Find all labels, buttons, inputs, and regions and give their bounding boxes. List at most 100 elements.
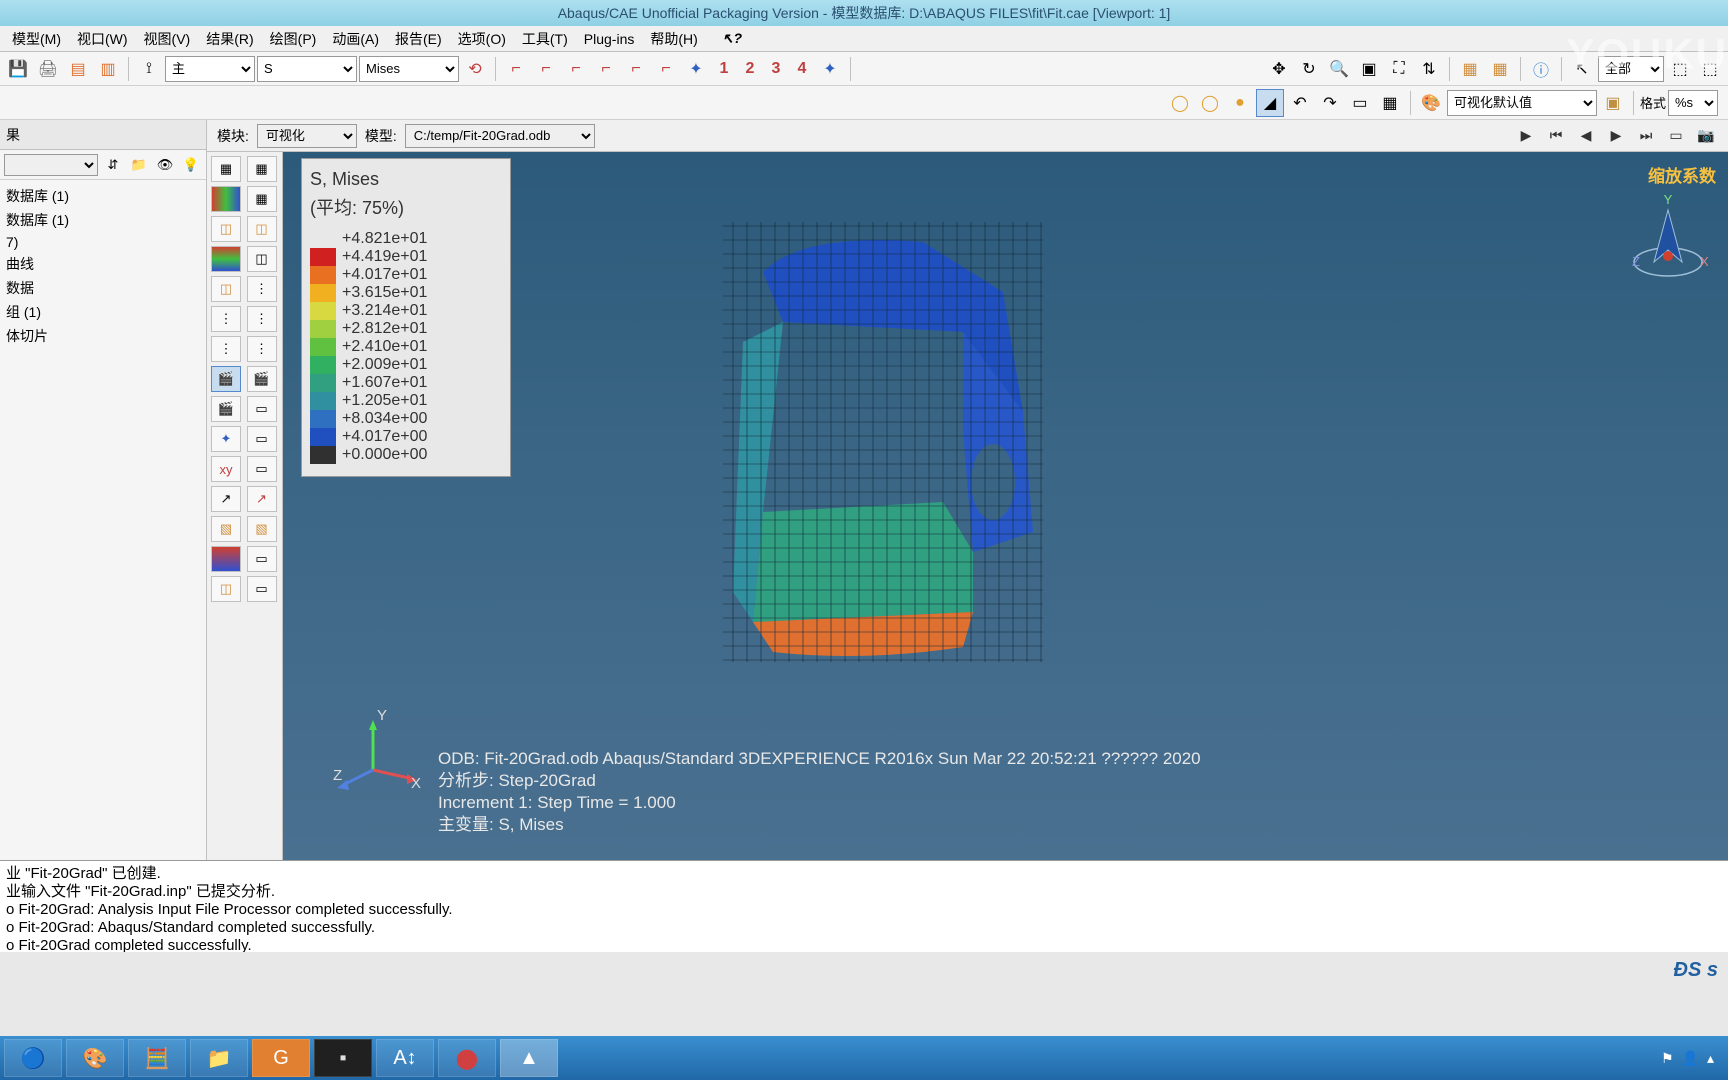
sync-icon[interactable]: ⟲ [461, 55, 489, 83]
menu-options[interactable]: 选项(O) [450, 26, 514, 52]
tree-item[interactable]: 数据库 (1) [2, 184, 204, 208]
message-console[interactable]: 业 "Fit-20Grad" 已创建.业输入文件 "Fit-20Grad.inp… [0, 860, 1728, 952]
tool-material-icon[interactable] [211, 246, 241, 272]
field-letter-select[interactable]: S [257, 56, 357, 82]
save-icon[interactable]: 💾 [4, 55, 32, 83]
pointer-icon[interactable]: ↖ [1568, 55, 1596, 83]
view-iso5-icon[interactable]: ⌐ [622, 55, 650, 83]
taskbar-explorer[interactable]: 📁 [190, 1039, 248, 1077]
tray-flag-icon[interactable]: ⚑ [1661, 1050, 1674, 1067]
context-help-icon[interactable]: ↖? [714, 27, 750, 50]
view-compass[interactable]: Y Z X [1628, 192, 1708, 292]
info-icon[interactable]: ⓘ [1527, 55, 1555, 83]
tree-item[interactable]: 体切片 [2, 324, 204, 348]
tool-stream-opt-icon[interactable]: ▭ [247, 546, 277, 572]
grid1-icon[interactable]: ▦ [1456, 55, 1484, 83]
tool-animate-icon[interactable]: 🎬 [211, 366, 241, 392]
system-tray[interactable]: ⚑ 👤 ▴ [1661, 1050, 1724, 1067]
swap-icon[interactable]: ⇅ [1415, 55, 1443, 83]
tree-collapse-icon[interactable]: ⇵ [102, 154, 124, 176]
tray-up-icon[interactable]: ▴ [1707, 1050, 1714, 1067]
render-style-select[interactable]: 可视化默认值 [1447, 90, 1597, 116]
first-frame-icon[interactable]: ⏮ [1544, 124, 1568, 148]
view-iso4-icon[interactable]: ⌐ [592, 55, 620, 83]
module-select[interactable]: 可视化 [257, 124, 357, 148]
tool-overlay-icon[interactable]: ◫ [211, 276, 241, 302]
view-iso2-icon[interactable]: ⌐ [532, 55, 560, 83]
page-icon[interactable]: ▭ [1346, 89, 1374, 117]
tile-icon[interactable]: ▦ [1376, 89, 1404, 117]
menu-model[interactable]: 模型(M) [4, 26, 69, 52]
tree-item[interactable]: 数据 [2, 276, 204, 300]
cycle-views-icon[interactable]: ✦ [816, 55, 844, 83]
tool-history-opt-icon[interactable]: ▭ [247, 396, 277, 422]
view-1[interactable]: 1 [712, 57, 736, 81]
menu-help[interactable]: 帮助(H) [642, 26, 705, 52]
tool-common-icon[interactable]: ⋮ [211, 306, 241, 332]
rotate-icon[interactable]: ↻ [1295, 55, 1323, 83]
model-select[interactable]: C:/temp/Fit-20Grad.odb [405, 124, 595, 148]
anim-options-icon[interactable]: ▭ [1664, 124, 1688, 148]
circle3-icon[interactable]: ● [1226, 89, 1254, 117]
tree-item[interactable]: 数据库 (1) [2, 208, 204, 232]
taskbar-calc[interactable]: 🧮 [128, 1039, 186, 1077]
box3d-icon[interactable]: ▣ [1599, 89, 1627, 117]
tree-filter-select[interactable] [4, 154, 98, 176]
model-tree[interactable]: 数据库 (1) 数据库 (1) 7) 曲线 数据 组 (1) 体切片 [0, 180, 206, 860]
layers-up-icon[interactable]: ▤ [64, 55, 92, 83]
prev-frame-icon[interactable]: ◀ [1574, 124, 1598, 148]
tool-stream-icon[interactable] [211, 546, 241, 572]
tool-animate-opt-icon[interactable]: 🎬 [247, 366, 277, 392]
play-icon[interactable]: ▶ [1514, 124, 1538, 148]
tool-display-icon[interactable]: ◫ [211, 576, 241, 602]
datum-icon[interactable]: ⬚ [1666, 55, 1694, 83]
grid2-icon[interactable]: ▦ [1486, 55, 1514, 83]
layer-select[interactable]: 全部 [1598, 56, 1664, 82]
taskbar-notepad[interactable]: A↕ [376, 1039, 434, 1077]
view-iso6-icon[interactable]: ⌐ [652, 55, 680, 83]
tray-user-icon[interactable]: 👤 [1682, 1050, 1699, 1067]
view-2[interactable]: 2 [738, 57, 762, 81]
tool-xy-opt-icon[interactable]: ▭ [247, 426, 277, 452]
view-4[interactable]: 4 [790, 57, 814, 81]
taskbar-cmd[interactable]: ▪ [314, 1039, 372, 1077]
tool-material-opt-icon[interactable]: ◫ [247, 246, 277, 272]
box-zoom-icon[interactable]: ▣ [1355, 55, 1383, 83]
tool-probe-icon[interactable]: ↗ [211, 486, 241, 512]
tool-history-icon[interactable]: 🎬 [211, 396, 241, 422]
tree-item[interactable]: 组 (1) [2, 300, 204, 324]
menu-animate[interactable]: 动画(A) [324, 26, 387, 52]
tool-cut-icon[interactable]: ▧ [211, 516, 241, 542]
view-3[interactable]: 3 [764, 57, 788, 81]
tool-field-icon[interactable]: xy [211, 456, 241, 482]
tool-common-opt-icon[interactable]: ⋮ [247, 306, 277, 332]
circle2-icon[interactable]: ◯ [1196, 89, 1224, 117]
tool-cut-opt-icon[interactable]: ▧ [247, 516, 277, 542]
layers-down-icon[interactable]: ▥ [94, 55, 122, 83]
tool-xy-icon[interactable]: ✦ [211, 426, 241, 452]
tool-superimpose-opt-icon[interactable]: ⋮ [247, 336, 277, 362]
menu-plot[interactable]: 绘图(P) [262, 26, 325, 52]
format-select[interactable]: %s [1668, 90, 1718, 116]
tool-display-opt-icon[interactable]: ▭ [247, 576, 277, 602]
tree-eye-icon[interactable]: 👁 [154, 154, 176, 176]
taskbar-record[interactable]: ⬤ [438, 1039, 496, 1077]
tree-bulb-icon[interactable]: 💡 [180, 154, 202, 176]
tool-superimpose-icon[interactable]: ⋮ [211, 336, 241, 362]
pan-icon[interactable]: ✥ [1265, 55, 1293, 83]
tool-overlay-opt-icon[interactable]: ⋮ [247, 276, 277, 302]
palette-icon[interactable]: 🎨 [1417, 89, 1445, 117]
tool-deformed-icon[interactable]: ▦ [247, 156, 277, 182]
tool-contour-opt-icon[interactable]: ▦ [247, 186, 277, 212]
tree-folder-icon[interactable]: 📁 [128, 154, 150, 176]
undo-icon[interactable]: ↶ [1286, 89, 1314, 117]
menu-viewport[interactable]: 视口(W) [69, 26, 136, 52]
perspective-icon[interactable]: ◢ [1256, 89, 1284, 117]
triad-icon[interactable]: ✦ [682, 55, 710, 83]
view-iso1-icon[interactable]: ⌐ [502, 55, 530, 83]
primary-var-select[interactable]: 主 [165, 56, 255, 82]
tool-contour-icon[interactable] [211, 186, 241, 212]
tool-symbol2-icon[interactable]: ◫ [247, 216, 277, 242]
menu-result[interactable]: 结果(R) [198, 26, 261, 52]
taskbar-abaqus[interactable]: ▲ [500, 1039, 558, 1077]
